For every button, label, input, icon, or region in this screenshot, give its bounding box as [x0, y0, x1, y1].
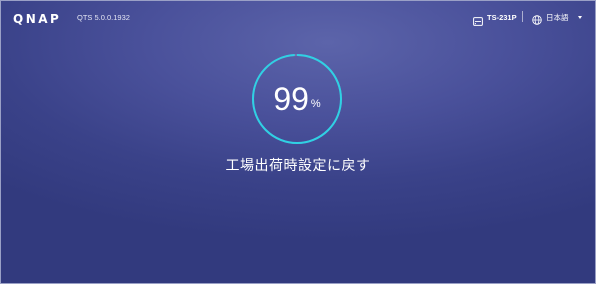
top-bar: QNAP QTS 5.0.0.1932 TS-231P 日本語: [0, 0, 596, 34]
language-selector[interactable]: 日本語: [532, 10, 582, 25]
qnap-logo: QNAP: [13, 12, 62, 26]
os-version: QTS 5.0.0.1932: [77, 13, 130, 22]
progress-unit: %: [310, 98, 321, 110]
device-info: TS-231P: [473, 10, 517, 26]
caret-down-icon: [577, 15, 582, 19]
device-name: TS-231P: [487, 12, 517, 22]
progress-value: 99: [273, 81, 309, 117]
progress-ring: 99 %: [251, 53, 343, 145]
progress-label: 99 %: [251, 53, 343, 145]
header-divider: [522, 11, 523, 22]
language-label: 日本語: [546, 12, 569, 22]
status-message: 工場出荷時設定に戻す: [225, 157, 371, 173]
globe-icon: [532, 12, 542, 25]
nas-device-icon: [473, 13, 483, 26]
